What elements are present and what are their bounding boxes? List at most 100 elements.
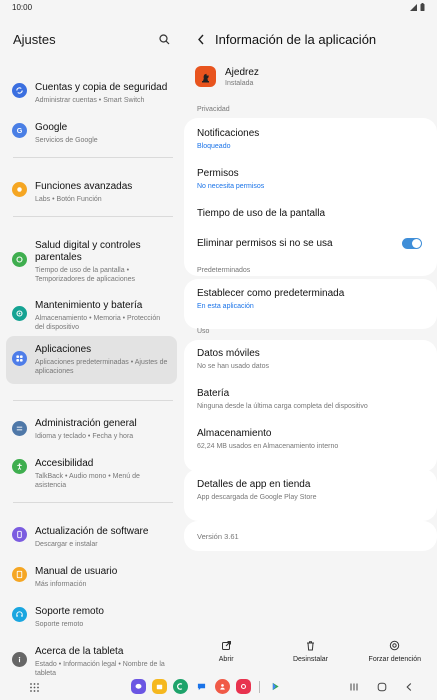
screen-time-row[interactable]: Tiempo de uso de la pantalla bbox=[197, 208, 424, 220]
section-label-privacy: Privacidad bbox=[197, 106, 230, 113]
settings-item-title: Funciones avanzadas bbox=[35, 181, 133, 192]
home-icon bbox=[377, 682, 387, 692]
app-drawer-icon[interactable] bbox=[29, 682, 40, 693]
update-icon bbox=[12, 527, 27, 542]
settings-item-subtitle: Administrar cuentas • Smart Switch bbox=[35, 97, 145, 104]
status-time: 10:00 bbox=[12, 2, 33, 12]
settings-item-software-update[interactable]: Actualización de software Descargar e ins… bbox=[6, 518, 177, 557]
settings-item-general-management[interactable]: Administración general Idioma y teclado •… bbox=[6, 410, 177, 449]
settings-item-subtitle: Idioma y teclado • Fecha y hora bbox=[35, 433, 134, 440]
app-info-header: Información de la aplicación bbox=[184, 14, 437, 64]
back-nav-button[interactable] bbox=[402, 680, 416, 694]
settings-item-subtitle: Descargar e instalar bbox=[35, 541, 98, 548]
row-title: Detalles de app en tienda bbox=[197, 479, 311, 490]
remove-permissions-toggle[interactable] bbox=[402, 238, 422, 249]
store-card: Detalles de app en tienda App descargada… bbox=[184, 469, 437, 521]
settings-item-accounts[interactable]: Cuentas y copia de seguridad Administrar … bbox=[6, 74, 177, 113]
svg-text:G: G bbox=[17, 126, 23, 135]
app-summary: Ajedrez Instalada bbox=[195, 66, 259, 87]
settings-item-accessibility[interactable]: Accesibilidad TalkBack • Audio mono • Men… bbox=[6, 450, 177, 498]
back-button[interactable] bbox=[193, 31, 209, 47]
settings-item-remote-support[interactable]: Soporte remoto Soporte remoto bbox=[6, 598, 177, 637]
app-version: Versión 3.61 bbox=[197, 532, 239, 541]
battery-row[interactable]: Batería Ninguna desde la última carga co… bbox=[197, 388, 424, 411]
recents-button[interactable] bbox=[347, 680, 361, 694]
force-stop-label: Forzar detención bbox=[368, 656, 422, 663]
status-bar: 10:00 bbox=[0, 0, 437, 14]
settings-item-title: Accesibilidad bbox=[35, 458, 94, 469]
system-icons bbox=[410, 3, 425, 11]
settings-item-advanced-features[interactable]: Funciones avanzadas Labs • Botón Función bbox=[6, 173, 177, 212]
headset-icon bbox=[12, 607, 27, 622]
settings-item-digital-wellbeing[interactable]: Salud digital y controles parentales Tiem… bbox=[6, 232, 177, 292]
settings-item-title: Salud digital y controles parentales bbox=[35, 240, 141, 263]
open-external-icon bbox=[221, 641, 231, 650]
open-label: Abrir bbox=[218, 656, 234, 663]
settings-item-subtitle: Labs • Botón Función bbox=[35, 196, 102, 203]
row-title: Datos móviles bbox=[197, 348, 260, 359]
navigation-bar bbox=[0, 676, 437, 700]
app-info-pane: Información de la aplicación Ajedrez Ins… bbox=[184, 14, 437, 644]
settings-pane: Ajustes Cuentas y copia de seguridad Admi… bbox=[0, 14, 185, 677]
phone-app-icon[interactable] bbox=[173, 679, 188, 694]
settings-item-maintenance[interactable]: Mantenimiento y batería Almacenamiento • … bbox=[6, 292, 177, 340]
row-title: Permisos bbox=[197, 168, 239, 179]
notifications-row[interactable]: Notificaciones Bloqueado bbox=[197, 128, 424, 151]
settings-item-subtitle: Almacenamiento • Memoria • Protección de… bbox=[35, 315, 161, 331]
settings-title: Ajustes bbox=[13, 31, 56, 47]
section-label-usage: Uso bbox=[197, 328, 210, 335]
camera-app-icon[interactable] bbox=[236, 679, 251, 694]
permissions-row[interactable]: Permisos No necesita permisos bbox=[197, 168, 424, 191]
section-label-defaults: Predeterminados bbox=[197, 267, 251, 274]
store-details-row[interactable]: Detalles de app en tienda App descargada… bbox=[197, 479, 424, 502]
row-title: Establecer como predeterminada bbox=[197, 288, 345, 299]
row-title: Notificaciones bbox=[197, 128, 260, 139]
row-subtitle: 62,24 MB usados en Almacenamiento intern… bbox=[197, 443, 339, 450]
version-card: Versión 3.61 bbox=[184, 521, 437, 551]
row-subtitle: No necesita permisos bbox=[197, 183, 265, 190]
row-title: Tiempo de uso de la pantalla bbox=[197, 208, 326, 219]
uninstall-button[interactable]: Desinstalar bbox=[268, 640, 352, 672]
info-icon bbox=[12, 652, 27, 667]
accessibility-icon bbox=[12, 459, 27, 474]
home-button[interactable] bbox=[375, 680, 389, 694]
settings-item-title: Aplicaciones bbox=[35, 344, 92, 355]
force-stop-button[interactable]: Forzar detención bbox=[353, 640, 437, 672]
manual-icon bbox=[12, 567, 27, 582]
set-default-row[interactable]: Establecer como predeterminada En esta a… bbox=[197, 288, 424, 311]
version-row: Versión 3.61 bbox=[197, 532, 424, 541]
chat-app-icon[interactable] bbox=[194, 679, 209, 694]
stop-circle-icon bbox=[390, 640, 400, 651]
row-title: Eliminar permisos si no se usa bbox=[197, 238, 333, 249]
divider bbox=[13, 157, 173, 158]
settings-item-applications[interactable]: Aplicaciones Aplicaciones predeterminadas… bbox=[6, 336, 177, 384]
search-icon bbox=[158, 33, 169, 44]
settings-item-user-manual[interactable]: Manual de usuario Más información bbox=[6, 558, 177, 597]
settings-header: Ajustes bbox=[0, 14, 185, 64]
row-subtitle: Bloqueado bbox=[197, 143, 231, 150]
sync-icon bbox=[12, 83, 27, 98]
remove-permissions-row[interactable]: Eliminar permisos si no se usa bbox=[197, 238, 424, 250]
settings-item-subtitle: Más información bbox=[35, 581, 87, 588]
battery-icon bbox=[420, 3, 425, 11]
apps-grid-icon bbox=[12, 351, 27, 366]
wellbeing-icon bbox=[12, 252, 27, 267]
row-title: Batería bbox=[197, 388, 230, 399]
search-button[interactable] bbox=[155, 30, 173, 48]
sliders-icon bbox=[12, 421, 27, 436]
files-app-icon[interactable] bbox=[152, 679, 167, 694]
mobile-data-row[interactable]: Datos móviles No se han usado datos bbox=[197, 348, 424, 371]
contacts-app-icon[interactable] bbox=[215, 679, 230, 694]
messages-app-icon[interactable] bbox=[131, 679, 146, 694]
settings-item-subtitle: TalkBack • Audio mono • Menú de asistenc… bbox=[35, 473, 140, 489]
open-button[interactable]: Abrir bbox=[184, 640, 268, 672]
settings-item-google[interactable]: G Google Servicios de Google bbox=[6, 114, 177, 153]
row-title: Almacenamiento bbox=[197, 428, 272, 439]
row-subtitle: No se han usado datos bbox=[197, 363, 269, 370]
chevron-left-icon bbox=[198, 34, 204, 44]
signal-icon bbox=[410, 3, 417, 11]
storage-row[interactable]: Almacenamiento 62,24 MB usados en Almace… bbox=[197, 428, 424, 451]
play-store-icon[interactable] bbox=[268, 679, 283, 694]
usage-card: Datos móviles No se han usado datos Bate… bbox=[184, 340, 437, 472]
app-install-status: Instalada bbox=[225, 79, 254, 87]
